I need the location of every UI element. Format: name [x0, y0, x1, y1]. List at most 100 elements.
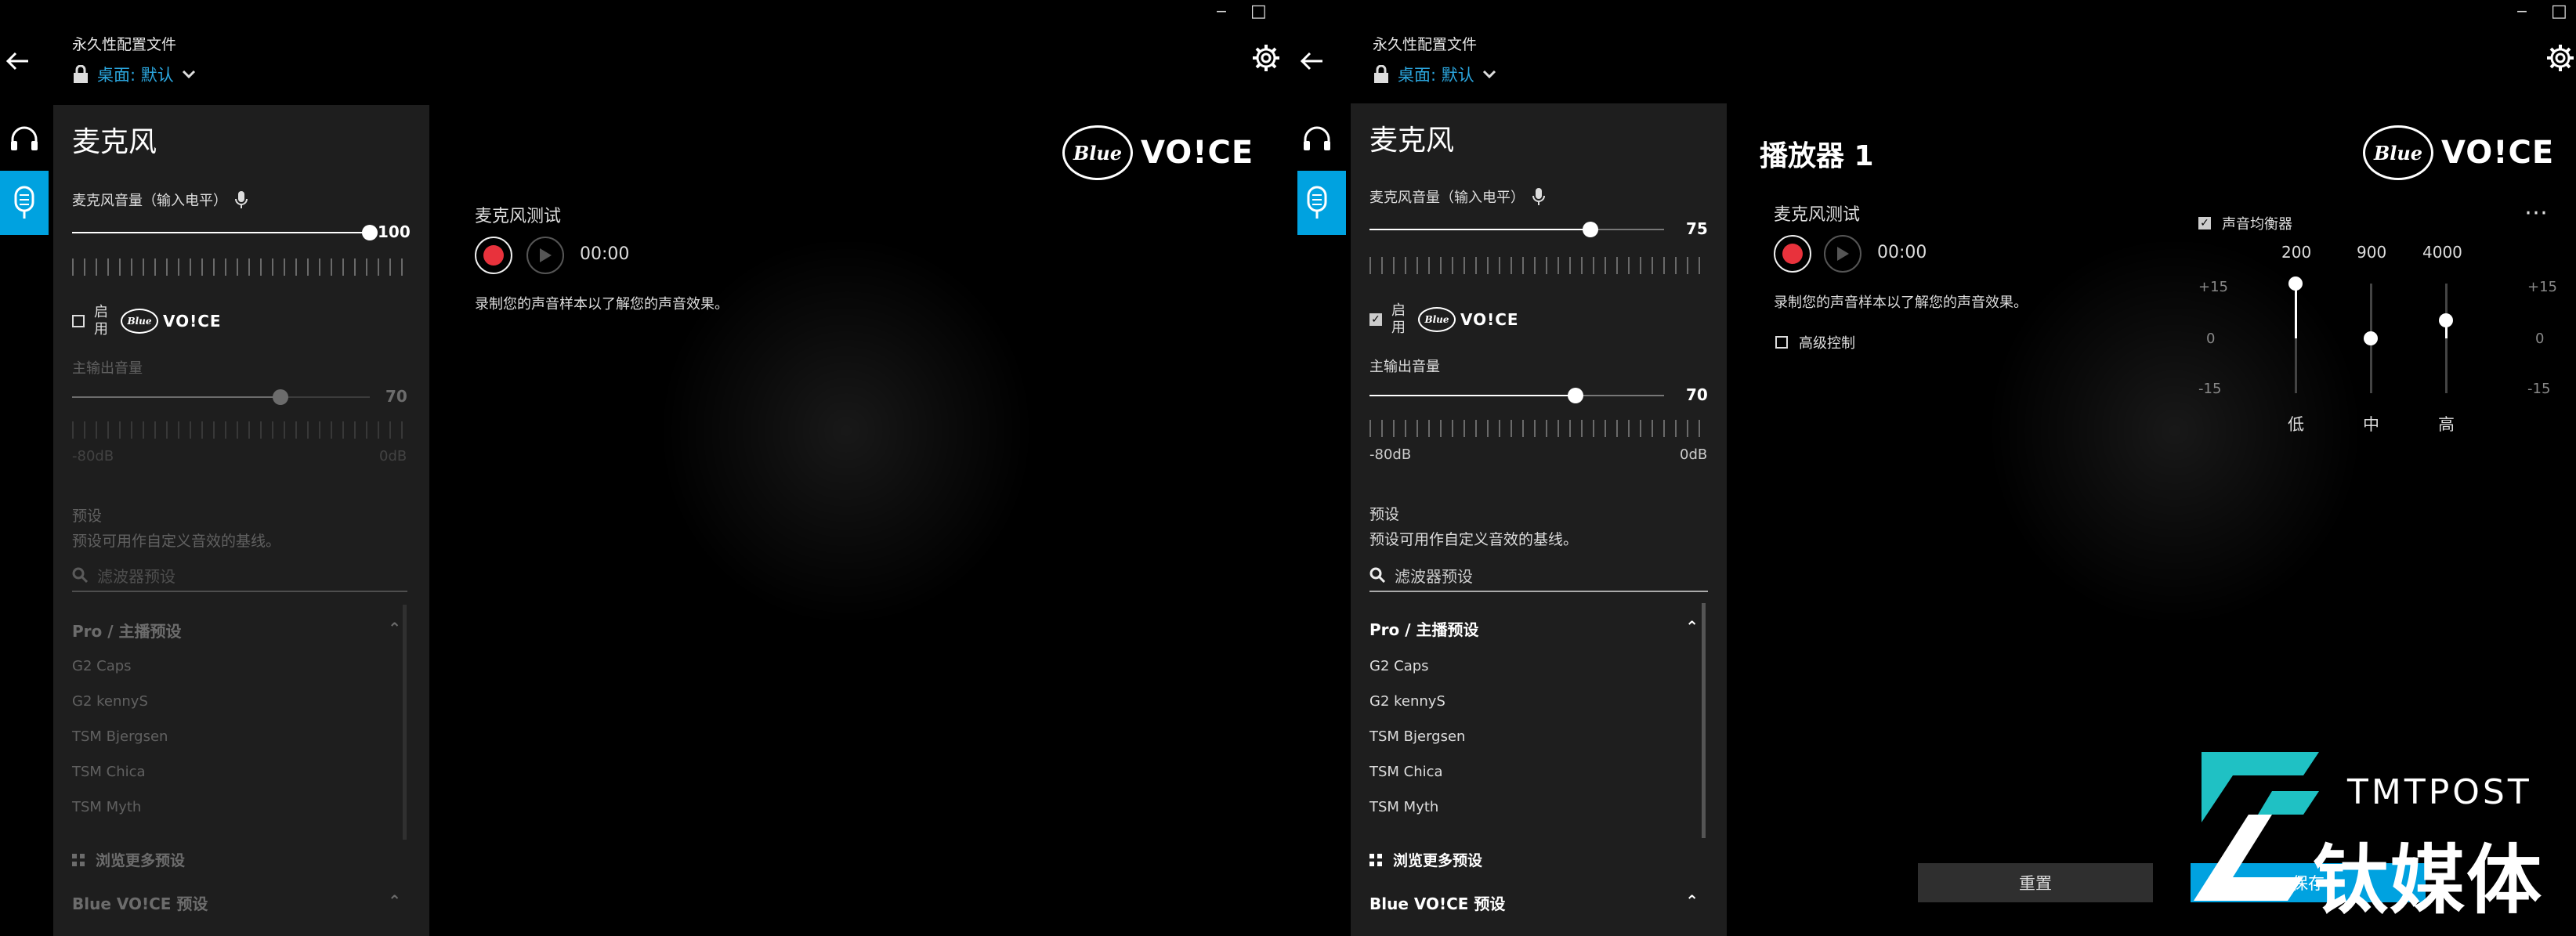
advanced-controls[interactable]: 高级控制	[1775, 332, 1855, 352]
mic-volume-slider[interactable]	[72, 225, 378, 240]
main-output-row: 主输出音量	[72, 357, 143, 378]
rail-microphone[interactable]	[1297, 171, 1346, 235]
lock-icon	[1374, 65, 1388, 83]
preset-item[interactable]: G2 Caps	[1369, 658, 1429, 674]
play-button[interactable]	[1824, 235, 1861, 273]
record-hint: 录制您的声音样本以了解您的声音效果。	[475, 296, 729, 313]
pro-presets-header[interactable]: Pro / 主播预设 ⌃	[1369, 617, 1699, 640]
chevron-up-icon: ⌃	[1685, 891, 1699, 910]
gear-icon[interactable]	[2545, 42, 2576, 74]
mic-volume-slider[interactable]	[1369, 222, 1664, 237]
eq-band-mid: 中	[2363, 415, 2379, 434]
slider-knob[interactable]	[1583, 222, 1598, 237]
eq-scale-bottom-right: -15	[2527, 381, 2551, 397]
preset-item[interactable]: TSM Myth	[1369, 799, 1438, 815]
eq-knob[interactable]	[2439, 313, 2453, 327]
preset-item[interactable]: TSM Bjergsen	[1369, 728, 1465, 745]
slider-fill	[72, 232, 370, 233]
preset-item[interactable]: TSM Bjergsen	[72, 728, 168, 745]
eq-knob[interactable]	[2288, 276, 2303, 291]
eq-freq-mid: 900	[2357, 243, 2387, 262]
blue-voice-small-logo: Blue VO!CE	[1418, 307, 1519, 332]
blue-voice-presets-header[interactable]: Blue VO!CE 预设 ⌃	[72, 891, 401, 914]
rail-headset[interactable]	[0, 107, 49, 171]
preset-scrollbar[interactable]	[403, 605, 407, 840]
chevron-up-icon: ⌃	[388, 891, 401, 910]
maximize-icon[interactable]: □	[1250, 3, 1267, 20]
preset-item[interactable]: G2 kennyS	[72, 693, 148, 710]
enable-checkbox[interactable]	[72, 315, 85, 327]
advanced-checkbox[interactable]	[1775, 336, 1788, 349]
enable-label: 启用	[94, 304, 108, 338]
eq-slider-low[interactable]	[2288, 276, 2303, 393]
enable-checkbox[interactable]: ✓	[1369, 313, 1382, 326]
main-output-slider[interactable]	[1369, 388, 1664, 403]
preset-scrollbar[interactable]	[1702, 603, 1706, 838]
chevron-up-icon: ⌃	[1685, 617, 1699, 636]
preset-item[interactable]: G2 Caps	[72, 658, 132, 674]
record-button[interactable]	[1774, 235, 1811, 273]
profile-name: 桌面: 默认	[1398, 66, 1474, 85]
mic-test-label: 麦克风测试	[475, 207, 562, 226]
mic-volume-ticks	[72, 258, 406, 276]
slider-knob[interactable]	[362, 225, 378, 240]
blue-voice-enable[interactable]: 启用 Blue VO!CE	[72, 304, 222, 338]
record-button[interactable]	[475, 237, 512, 274]
back-arrow-icon[interactable]	[3, 47, 31, 75]
browse-more-presets[interactable]: 浏览更多预设	[1369, 849, 1482, 870]
preset-item[interactable]: TSM Myth	[72, 799, 141, 815]
blue-voice-presets-header[interactable]: Blue VO!CE 预设 ⌃	[1369, 891, 1699, 914]
rail-microphone[interactable]	[0, 171, 49, 235]
slider-knob[interactable]	[273, 389, 288, 405]
search-icon	[1369, 567, 1385, 583]
back-arrow-icon[interactable]	[1297, 47, 1326, 75]
slider-knob[interactable]	[1568, 388, 1584, 403]
eq-slider-high[interactable]	[2439, 284, 2453, 393]
voice-logo-text: VO!CE	[163, 312, 222, 331]
blue-voice-logo: Blue VO!CE	[1062, 125, 1254, 180]
preset-item[interactable]: TSM Chica	[72, 764, 146, 780]
maximize-icon[interactable]: □	[2551, 3, 2567, 20]
rail-headset[interactable]	[1297, 107, 1346, 171]
main-output-value: 70	[385, 387, 407, 406]
blue-voice-enable[interactable]: ✓ 启用 Blue VO!CE	[1369, 302, 1519, 337]
play-icon	[1837, 247, 1849, 261]
equalizer-toggle[interactable]: ✓ 声音均衡器	[2198, 213, 2292, 233]
more-options-icon[interactable]: ⋯	[2524, 199, 2549, 226]
main-output-value: 70	[1686, 385, 1708, 404]
preset-search[interactable]: 滤波器预设	[1369, 559, 1708, 592]
side-rail	[1297, 107, 1346, 235]
group-title: Pro / 主播预设	[1369, 620, 1479, 639]
group-title: Blue VO!CE 预设	[1369, 894, 1506, 913]
profile-selector[interactable]: 桌面: 默认	[72, 63, 196, 86]
eq-scale-mid-left: 0	[2206, 331, 2216, 347]
minimize-icon[interactable]: ‒	[1216, 3, 1227, 20]
preset-item[interactable]: G2 kennyS	[1369, 693, 1445, 710]
record-timer: 00:00	[580, 244, 630, 264]
equalizer-checkbox[interactable]: ✓	[2198, 217, 2211, 229]
minimize-icon[interactable]: ‒	[2516, 3, 2527, 20]
preset-item[interactable]: TSM Chica	[1369, 764, 1443, 780]
record-timer: 00:00	[1877, 243, 1927, 262]
main-output-slider[interactable]	[72, 389, 370, 405]
play-button[interactable]	[526, 237, 564, 274]
eq-scale-top-right: +15	[2527, 279, 2557, 295]
eq-knob[interactable]	[2364, 331, 2378, 345]
mic-volume-value: 75	[1686, 219, 1708, 238]
browse-more-presets[interactable]: 浏览更多预设	[72, 849, 185, 870]
eq-scale-top-left: +15	[2198, 279, 2228, 295]
preset-search[interactable]: 滤波器预设	[72, 559, 407, 592]
mic-volume-row: 麦克风音量（输入电平）	[72, 190, 248, 210]
left-screen: ‒ □ 永久性配置文件 桌面: 默认 麦克风 麦克风音量（输入电平） 100 启…	[0, 0, 1285, 936]
mic-small-icon	[1532, 188, 1545, 205]
grid-icon	[1369, 853, 1382, 866]
gear-icon[interactable]	[1250, 42, 1282, 74]
reset-button[interactable]: 重置	[1918, 863, 2153, 902]
eq-slider-mid[interactable]	[2364, 284, 2378, 393]
pro-presets-header[interactable]: Pro / 主播预设 ⌃	[72, 619, 401, 641]
profile-selector[interactable]: 桌面: 默认	[1373, 63, 1496, 86]
eq-freq-high: 4000	[2422, 243, 2462, 262]
mic-volume-label: 麦克风音量（输入电平）	[1369, 190, 1525, 206]
eq-freq-low: 200	[2281, 243, 2312, 262]
group-title: Pro / 主播预设	[72, 622, 182, 641]
